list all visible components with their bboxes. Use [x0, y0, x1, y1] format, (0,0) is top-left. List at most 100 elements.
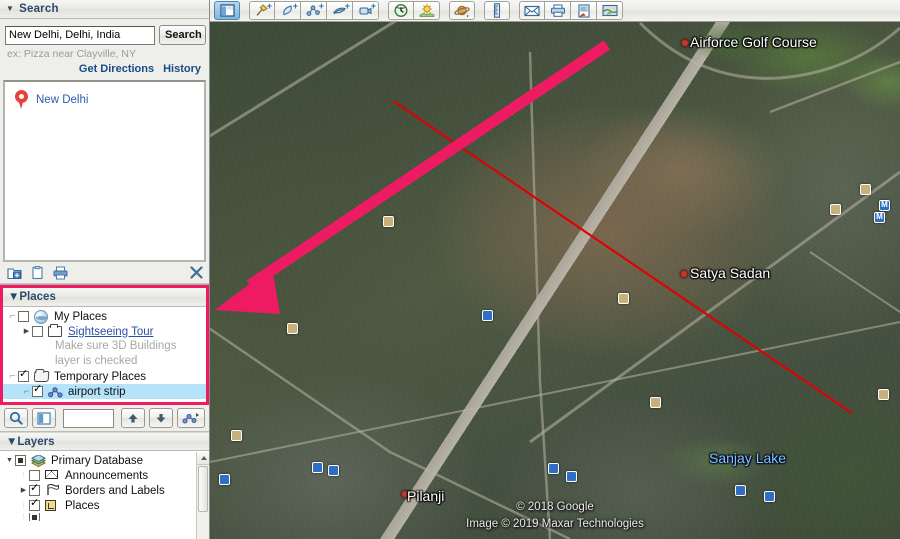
tree-label: airport strip	[68, 385, 126, 398]
tree-item-temporary-places[interactable]: ⌐ Temporary Places	[3, 369, 206, 384]
print-icon[interactable]	[545, 1, 571, 20]
layer-item-announcements[interactable]: ⋮ Announcements	[0, 468, 209, 483]
play-tour-icon[interactable]	[177, 408, 205, 428]
tree-item-sightseeing-tour[interactable]: ▶ Sightseeing Tour	[3, 324, 206, 339]
split-view-icon[interactable]	[32, 408, 56, 428]
expander-dash-icon[interactable]: ⌐	[7, 311, 18, 322]
checkbox-my-places[interactable]	[18, 311, 29, 322]
places-filter-input[interactable]	[63, 408, 114, 428]
map-label-satya-sadan: Satya Sadan	[690, 265, 771, 281]
layers-panel-header[interactable]: ▼ Layers	[0, 432, 209, 451]
places-panel-header[interactable]: ▼ Places	[3, 288, 206, 307]
history-link[interactable]: History	[163, 63, 201, 75]
add-image-overlay-icon[interactable]: +	[327, 1, 353, 20]
search-results-box: New Delhi	[3, 80, 206, 262]
places-action-strip	[0, 262, 209, 284]
map-toolbar: + + + + +	[210, 0, 900, 22]
search-input[interactable]	[5, 25, 155, 45]
search-result-item[interactable]: New Delhi	[5, 82, 204, 109]
globe-icon	[34, 310, 50, 324]
tree-label[interactable]: Sightseeing Tour	[68, 326, 153, 338]
historical-imagery-icon[interactable]	[388, 1, 414, 20]
chevron-down-icon: ▼	[6, 4, 15, 13]
move-up-icon[interactable]	[121, 408, 145, 428]
plus-badge: +	[318, 1, 324, 11]
map-canvas[interactable]: M M Airforce Golf Course Satya Sadan San…	[210, 22, 900, 539]
layers-panel-title: Layers	[17, 435, 55, 448]
checkbox-temporary-places[interactable]	[18, 369, 29, 382]
map-area[interactable]: + + + + + M M Airforce Golf Course Satya…	[210, 0, 900, 539]
toolbar-group-ruler	[484, 1, 510, 20]
layers-scrollbar[interactable]	[196, 452, 209, 539]
expander-collapsed-icon[interactable]: ▶	[18, 487, 29, 494]
expander-none: ⋮	[20, 513, 27, 521]
search-links: Get Directions History	[0, 60, 209, 80]
expander-expanded-icon[interactable]: ▼	[4, 457, 15, 464]
database-icon	[31, 454, 47, 467]
layers-panel: ▼ Layers ▼ Primary Database ⋮ Announceme…	[0, 432, 209, 539]
expander-none: ⋮	[20, 472, 27, 479]
search-hint: ex: Pizza near Clayville, NY	[7, 48, 136, 60]
add-folder-icon[interactable]	[7, 266, 22, 280]
tree-item-my-places[interactable]: ⌐ My Places	[3, 309, 206, 324]
view-in-maps-icon[interactable]	[597, 1, 623, 20]
expander-collapsed-icon[interactable]: ▶	[21, 328, 32, 335]
places-note-line-2: layer is checked	[55, 355, 138, 367]
map-label-airforce-golf-course: Airforce Golf Course	[690, 34, 817, 50]
places-panel-title: Places	[19, 291, 56, 303]
show-ruler-icon[interactable]	[484, 1, 510, 20]
checkbox-airport-strip[interactable]	[32, 384, 43, 397]
get-directions-link[interactable]: Get Directions	[79, 63, 154, 75]
scrollbar-thumb[interactable]	[198, 466, 208, 512]
checkbox-primary-database[interactable]	[15, 455, 26, 466]
close-icon[interactable]	[190, 265, 203, 280]
record-tour-icon[interactable]: +	[353, 1, 379, 20]
tree-item-airport-strip[interactable]: ⌐ airport strip	[3, 384, 206, 399]
label-dot	[681, 39, 689, 47]
search-row: Search	[0, 19, 209, 46]
places-panel: ▼ Places ⌐ My Places ▶ Sightseeing Tour	[0, 285, 209, 405]
map-pin-icon	[15, 90, 28, 109]
places-tree: ⌐ My Places ▶ Sightseeing Tour Make sure…	[3, 307, 206, 402]
map-label-sanjay-lake: Sanjay Lake	[709, 450, 787, 466]
places-note-line-1: Make sure 3D Buildings	[55, 340, 177, 352]
add-placemark-icon[interactable]: +	[249, 1, 275, 20]
chevron-down-icon: ▼	[8, 291, 20, 303]
checkbox-sightseeing-tour[interactable]	[32, 326, 43, 337]
move-down-icon[interactable]	[149, 408, 173, 428]
sunlight-icon[interactable]	[414, 1, 440, 20]
toolbar-group-time	[388, 1, 440, 20]
add-path-icon[interactable]: +	[301, 1, 327, 20]
layer-label: Borders and Labels	[65, 484, 165, 497]
checkbox-places[interactable]	[29, 498, 40, 511]
copy-icon[interactable]	[30, 265, 45, 280]
search-panel-header[interactable]: ▼ Search	[0, 0, 209, 19]
checkbox-next-layer[interactable]	[29, 513, 40, 521]
scroll-up-icon[interactable]	[197, 452, 209, 465]
envelope-icon	[45, 469, 61, 482]
print-icon[interactable]	[53, 266, 68, 280]
plus-badge: +	[266, 1, 272, 11]
toggle-sidebar-icon[interactable]	[214, 1, 240, 20]
layer-item-primary-database[interactable]: ▼ Primary Database	[0, 453, 209, 468]
layer-label: Announcements	[65, 469, 149, 482]
search-panel-title: Search	[19, 3, 59, 15]
layer-item-borders-and-labels[interactable]: ▶ Borders and Labels	[0, 483, 209, 498]
checkbox-announcements[interactable]	[29, 470, 40, 481]
email-icon[interactable]	[519, 1, 545, 20]
layer-item-places[interactable]: ⋮ Places	[0, 498, 209, 513]
expander-dash-icon[interactable]: ⌐	[7, 371, 18, 382]
save-image-icon[interactable]	[571, 1, 597, 20]
search-places-icon[interactable]	[4, 408, 28, 428]
folder-icon	[48, 324, 64, 338]
places-toolbar	[0, 405, 209, 432]
search-button[interactable]: Search	[159, 25, 206, 45]
layer-item-partial-next[interactable]: ⋮	[0, 513, 209, 521]
place-label-icon	[45, 499, 61, 512]
search-panel: ▼ Search Search ex: Pizza near Clayville…	[0, 0, 209, 285]
tree-label: My Places	[54, 310, 108, 323]
plus-badge: +	[370, 1, 376, 11]
add-polygon-icon[interactable]: +	[275, 1, 301, 20]
switch-to-sky-icon[interactable]	[449, 1, 475, 20]
checkbox-borders-and-labels[interactable]	[29, 483, 40, 496]
